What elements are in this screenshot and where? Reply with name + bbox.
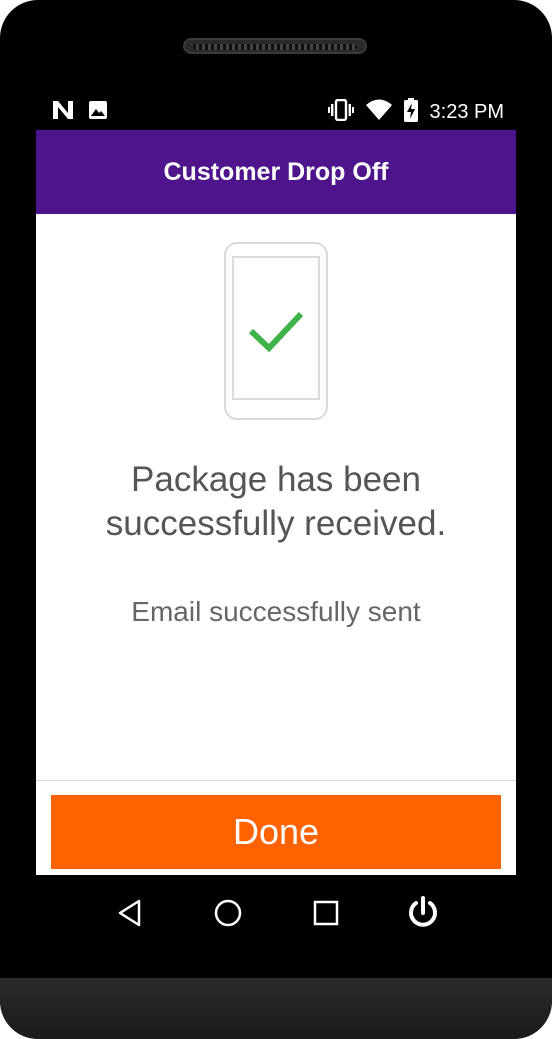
back-icon[interactable] xyxy=(110,893,150,933)
done-button[interactable]: Done xyxy=(51,795,501,869)
home-icon[interactable] xyxy=(208,893,248,933)
speaker-holes xyxy=(193,44,357,50)
device-chin xyxy=(0,978,552,1039)
recents-icon[interactable] xyxy=(306,893,346,933)
power-icon[interactable] xyxy=(403,893,443,933)
speaker-grill xyxy=(183,38,367,54)
image-notification-icon xyxy=(88,100,108,124)
status-bar: 3:23 PM xyxy=(36,90,516,130)
footer: Done xyxy=(36,780,516,875)
status-time: 3:23 PM xyxy=(429,100,504,123)
phone-check-icon xyxy=(224,242,328,420)
email-status-message: Email successfully sent xyxy=(131,596,421,627)
status-left xyxy=(52,100,108,124)
success-message: Package has been successfully received. xyxy=(36,458,516,546)
success-message-line2: successfully received. xyxy=(105,504,447,543)
vibrate-icon xyxy=(327,98,354,125)
content-area: Package has been successfully received. … xyxy=(36,214,516,780)
status-right: 3:23 PM xyxy=(327,98,504,126)
app-bar: Customer Drop Off xyxy=(36,130,516,214)
battery-charging-icon xyxy=(403,98,418,126)
wifi-icon xyxy=(365,99,392,125)
app-title: Customer Drop Off xyxy=(163,157,389,186)
n-notification-icon xyxy=(52,100,74,124)
device-frame: 3:23 PM Customer Drop Off Package has be… xyxy=(0,0,552,1039)
success-message-line1: Package has been xyxy=(131,460,421,499)
nav-bar xyxy=(36,875,516,947)
